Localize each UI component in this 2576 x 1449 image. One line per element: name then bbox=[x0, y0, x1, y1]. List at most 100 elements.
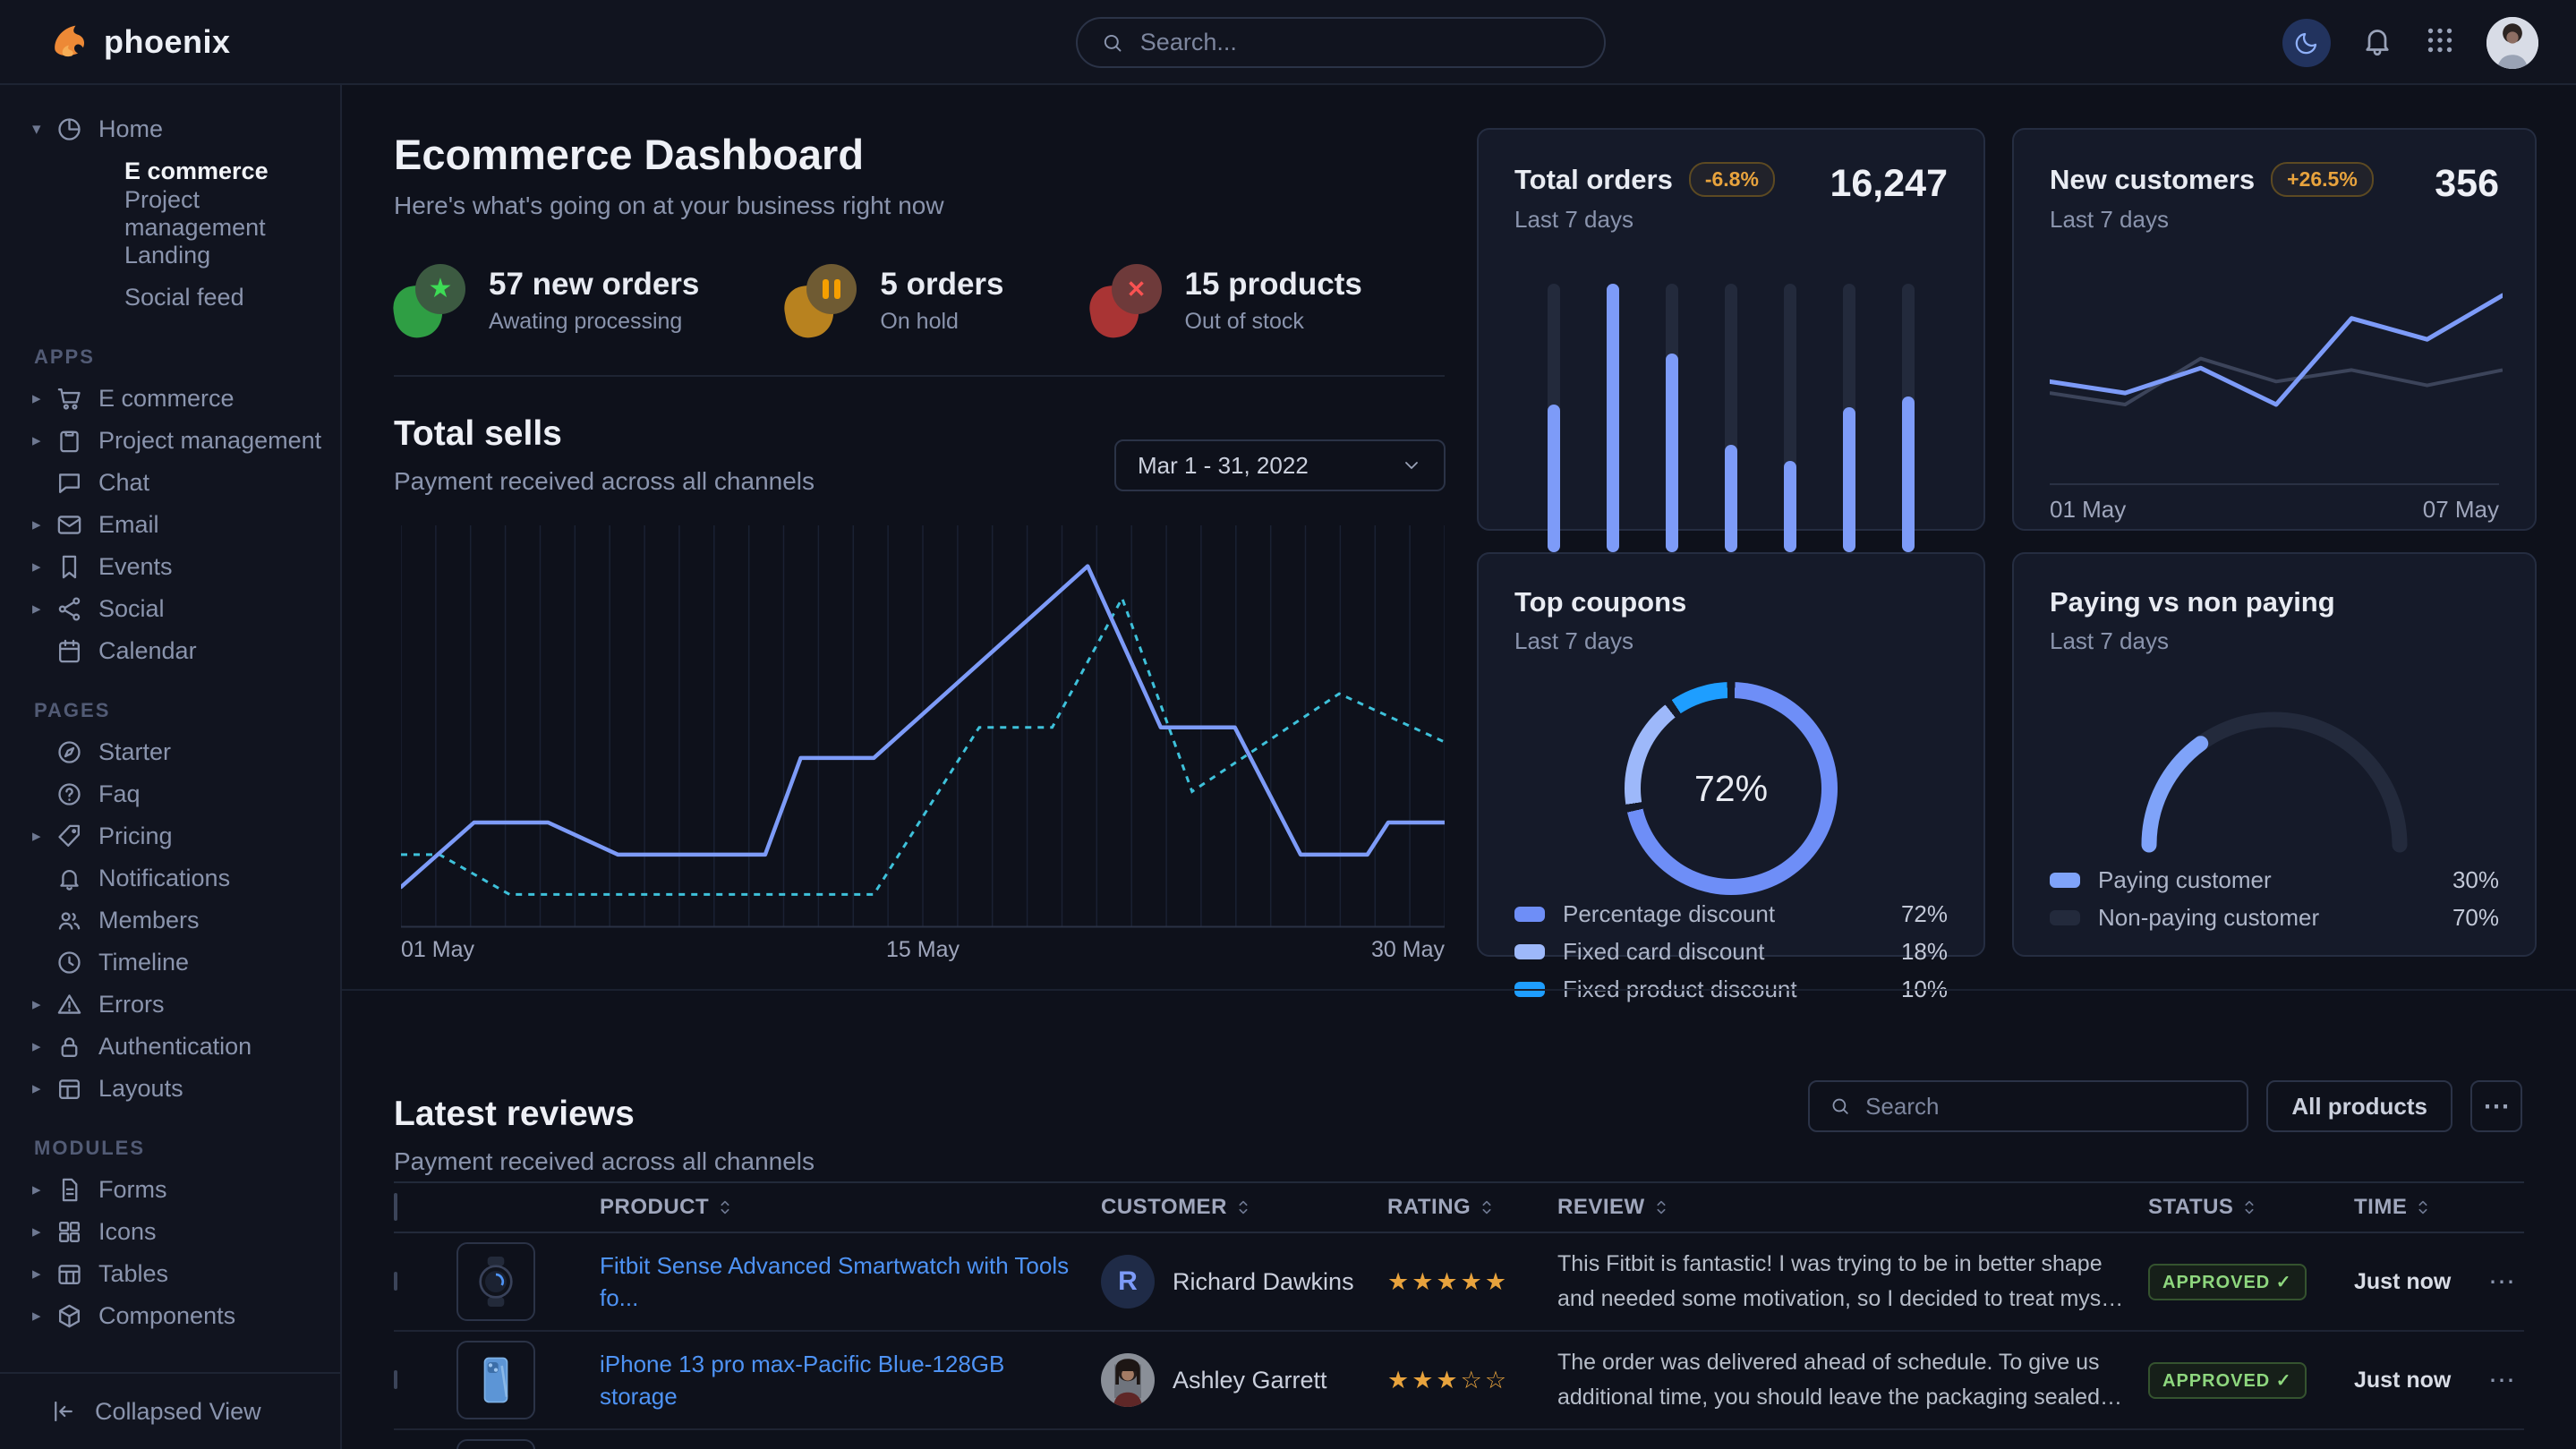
calendar-icon bbox=[55, 637, 83, 665]
new-customers-value: 356 bbox=[2435, 162, 2499, 206]
theme-toggle-button[interactable] bbox=[2282, 19, 2331, 67]
sidebar-item-email[interactable]: ▸Email bbox=[32, 504, 324, 546]
legend-label: Paying customer bbox=[2098, 866, 2272, 894]
sidebar-item-layouts[interactable]: ▸Layouts bbox=[32, 1068, 324, 1110]
table-row: Fitbit Sense Advanced Smartwatch with To… bbox=[394, 1233, 2524, 1332]
collapse-icon bbox=[50, 1398, 77, 1425]
col-status[interactable]: STATUS bbox=[2148, 1195, 2336, 1220]
user-avatar[interactable] bbox=[2486, 17, 2538, 69]
card-paying: Paying vs non paying Last 7 days Paying … bbox=[2012, 552, 2537, 957]
x-axis-label: 15 May bbox=[886, 937, 960, 963]
order-bar bbox=[1607, 284, 1619, 552]
select-all-checkbox[interactable] bbox=[394, 1193, 397, 1221]
legend-label: Percentage discount bbox=[1563, 900, 1775, 928]
all-products-button[interactable]: All products bbox=[2266, 1080, 2452, 1132]
legend-value: 18% bbox=[1901, 938, 1948, 966]
sidebar-item-e-commerce[interactable]: ▸E commerce bbox=[32, 378, 324, 420]
legend-row: Non-paying customer70% bbox=[2050, 899, 2499, 936]
product-thumbnail[interactable] bbox=[456, 1242, 535, 1321]
reviews-search[interactable] bbox=[1808, 1080, 2248, 1132]
status-badge: APPROVED ✓ bbox=[2148, 1264, 2307, 1300]
total-sells-subtitle: Payment received across all channels bbox=[394, 467, 815, 496]
sidebar-item-faq[interactable]: Faq bbox=[32, 773, 324, 815]
sidebar-item-social[interactable]: ▸Social bbox=[32, 588, 324, 630]
sort-icon bbox=[1236, 1198, 1250, 1217]
col-time[interactable]: TIME bbox=[2354, 1195, 2470, 1220]
reviews-more-button[interactable]: ⋯ bbox=[2470, 1080, 2522, 1132]
sidebar-section-label: APPS bbox=[34, 345, 324, 369]
sidebar-item-forms[interactable]: ▸Forms bbox=[32, 1169, 324, 1211]
grid-icon bbox=[55, 1218, 83, 1246]
sidebar-item-errors[interactable]: ▸Errors bbox=[32, 984, 324, 1026]
row-more-button[interactable]: ⋯ bbox=[2488, 1365, 2524, 1396]
col-review[interactable]: REVIEW bbox=[1557, 1195, 2130, 1220]
reviews-table: PRODUCT CUSTOMER RATING REVIEW STATUS TIME Fi… bbox=[394, 1181, 2524, 1449]
new-customers-delta-badge: +26.5% bbox=[2271, 162, 2374, 197]
paying-title: Paying vs non paying bbox=[2050, 586, 2335, 618]
product-link[interactable]: Fitbit Sense Advanced Smartwatch with To… bbox=[600, 1249, 1083, 1315]
page-subtitle: Here's what's going on at your business … bbox=[394, 192, 944, 220]
product-thumbnail[interactable] bbox=[456, 1439, 535, 1449]
lock-icon bbox=[55, 1033, 83, 1061]
col-product[interactable]: PRODUCT bbox=[600, 1195, 1083, 1220]
order-bar bbox=[1548, 284, 1560, 552]
caret-icon: ▸ bbox=[32, 557, 55, 577]
legend-row: Paying customer30% bbox=[2050, 861, 2499, 899]
sidebar-subitem-social-feed[interactable]: Social feed bbox=[124, 277, 324, 319]
stat-x-icon: ✕ bbox=[1090, 264, 1162, 337]
table-row bbox=[394, 1430, 2524, 1449]
mail-icon bbox=[55, 511, 83, 539]
sidebar-item-calendar[interactable]: Calendar bbox=[32, 630, 324, 672]
caret-icon: ▸ bbox=[32, 1306, 55, 1326]
sidebar-item-timeline[interactable]: Timeline bbox=[32, 942, 324, 984]
brand-logo[interactable]: phoenix bbox=[0, 22, 342, 62]
sidebar-item-project-management[interactable]: ▸Project management bbox=[32, 420, 324, 462]
global-search-input[interactable] bbox=[1139, 28, 1581, 57]
sidebar-item-authentication[interactable]: ▸Authentication bbox=[32, 1026, 324, 1068]
status-badge: APPROVED ✓ bbox=[2148, 1362, 2307, 1399]
row-checkbox[interactable] bbox=[394, 1272, 397, 1291]
date-range-select[interactable]: Mar 1 - 31, 2022 bbox=[1114, 439, 1446, 491]
x-axis-label: 01 May bbox=[401, 937, 474, 963]
date-range-value: Mar 1 - 31, 2022 bbox=[1138, 452, 1309, 480]
order-bar bbox=[1784, 284, 1796, 552]
notifications-button[interactable] bbox=[2361, 24, 2393, 61]
row-more-button[interactable]: ⋯ bbox=[2488, 1266, 2524, 1298]
sidebar-item-tables[interactable]: ▸Tables bbox=[32, 1253, 324, 1295]
row-checkbox[interactable] bbox=[394, 1370, 397, 1389]
sidebar-item-components[interactable]: ▸Components bbox=[32, 1295, 324, 1337]
sidebar-item-icons[interactable]: ▸Icons bbox=[32, 1211, 324, 1253]
chat-icon bbox=[55, 469, 83, 497]
search-icon bbox=[1830, 1095, 1851, 1118]
review-text: The order was delivered ahead of schedul… bbox=[1557, 1345, 2130, 1415]
col-rating[interactable]: RATING bbox=[1387, 1195, 1540, 1220]
user-avatar-image bbox=[2486, 17, 2538, 69]
sidebar-item-notifications[interactable]: Notifications bbox=[32, 857, 324, 899]
sidebar-item-pricing[interactable]: ▸Pricing bbox=[32, 815, 324, 857]
total-orders-bar-chart bbox=[1514, 284, 1948, 552]
new-customers-x-labels: 01 May07 May bbox=[2050, 483, 2499, 524]
product-link[interactable]: iPhone 13 pro max-Pacific Blue-128GB sto… bbox=[600, 1348, 1083, 1413]
rating-stars: ★★★★★ bbox=[1387, 1268, 1540, 1296]
sidebar-subitem-project-management[interactable]: Project management bbox=[124, 192, 324, 234]
apps-grid-icon bbox=[2424, 24, 2456, 56]
global-search[interactable] bbox=[1076, 17, 1606, 68]
share-icon bbox=[55, 595, 83, 623]
col-customer[interactable]: CUSTOMER bbox=[1101, 1195, 1369, 1220]
stat-value: 5 orders bbox=[880, 267, 1003, 303]
legend-swatch bbox=[1514, 907, 1545, 922]
product-thumbnail[interactable] bbox=[456, 1341, 535, 1419]
sidebar-item-chat[interactable]: Chat bbox=[32, 462, 324, 504]
legend-label: Non-paying customer bbox=[2098, 904, 2319, 932]
sidebar-item-starter[interactable]: Starter bbox=[32, 731, 324, 773]
collapsed-view-toggle[interactable]: Collapsed View bbox=[0, 1372, 340, 1449]
sidebar-item-home[interactable]: ▾Home bbox=[32, 108, 324, 150]
sidebar-item-events[interactable]: ▸Events bbox=[32, 546, 324, 588]
card-total-orders: Total orders -6.8% Last 7 days 16,247 Co… bbox=[1477, 128, 1985, 531]
reviews-search-input[interactable] bbox=[1864, 1092, 2227, 1121]
customer-photo-avatar bbox=[1101, 1353, 1155, 1407]
stat-caption: On hold bbox=[880, 309, 1003, 335]
top-header: phoenix bbox=[0, 0, 2576, 85]
apps-menu-button[interactable] bbox=[2424, 24, 2456, 61]
sidebar-item-members[interactable]: Members bbox=[32, 899, 324, 942]
